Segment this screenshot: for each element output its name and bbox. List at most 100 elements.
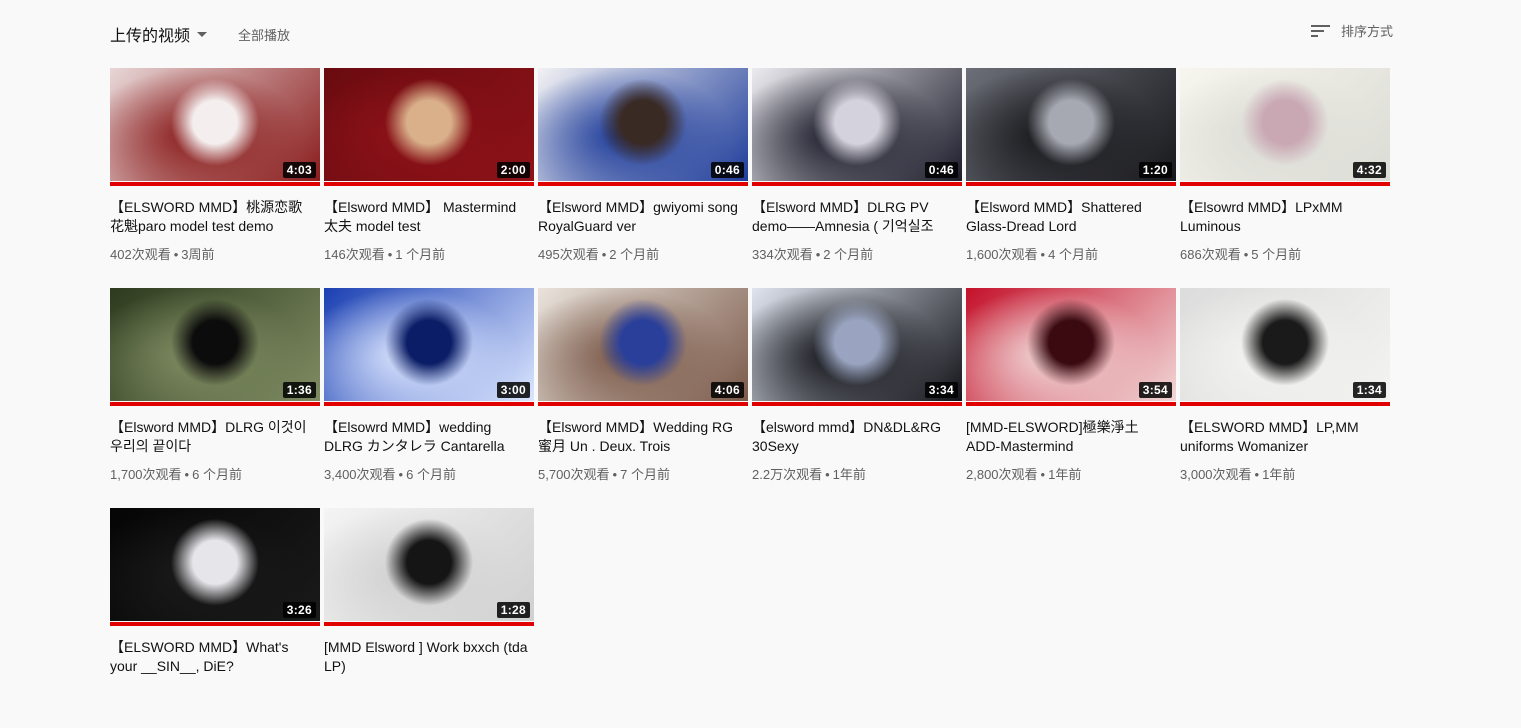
- video-grid: 4:03 【ELSWORD MMD】桃源恋歌 花魁paro model test …: [110, 68, 1390, 728]
- duration-badge: 0:46: [924, 162, 958, 178]
- play-all-button[interactable]: 全部播放: [238, 25, 290, 44]
- video-thumbnail[interactable]: 1:34: [1180, 288, 1390, 406]
- video-meta: 3,000次观看 • 1年前: [1180, 464, 1390, 483]
- duration-badge: 4:06: [710, 382, 744, 398]
- video-meta: 1,700次观看 • 6 个月前: [110, 464, 320, 483]
- video-thumbnail[interactable]: 2:00: [324, 68, 534, 186]
- watch-progress-bar: [966, 402, 1176, 406]
- duration-badge: 1:28: [496, 602, 530, 618]
- video-thumbnail[interactable]: 1:28: [324, 508, 534, 626]
- video-card[interactable]: 0:46 【Elsword MMD】DLRG PV demo——Amnesia (…: [752, 68, 962, 288]
- view-count: 3,000次观看: [1180, 467, 1252, 482]
- video-card[interactable]: 4:32 【Elsowrd MMD】LPxMM Luminous 686次观看 • 5 …: [1180, 68, 1390, 288]
- view-count: 495次观看: [538, 247, 599, 262]
- video-card[interactable]: 4:06 【Elsword MMD】Wedding RG 蜜月 Un . Deux…: [538, 288, 748, 508]
- video-title[interactable]: 【ELSWORD MMD】LP,MM uniforms Womanizer: [1180, 418, 1390, 456]
- video-thumbnail[interactable]: 3:00: [324, 288, 534, 406]
- view-count: 146次观看: [324, 247, 385, 262]
- upload-age: 1年前: [1048, 467, 1082, 482]
- watch-progress-bar: [110, 402, 320, 406]
- upload-age: 2 个月前: [823, 247, 874, 262]
- video-title[interactable]: 【Elsowrd MMD】wedding DLRG カンタレラ Cantarel…: [324, 418, 534, 456]
- video-card[interactable]: 4:03 【ELSWORD MMD】桃源恋歌 花魁paro model test …: [110, 68, 320, 288]
- view-count: 1,600次观看: [966, 247, 1038, 262]
- view-count: 5,700次观看: [538, 467, 610, 482]
- video-thumbnail[interactable]: 4:03: [110, 68, 320, 186]
- video-card[interactable]: 1:28 [MMD Elsword ] Work bxxch (tda LP): [324, 508, 534, 728]
- watch-progress-bar: [538, 182, 748, 186]
- duration-badge: 3:34: [924, 382, 958, 398]
- video-title[interactable]: 【Elsword MMD】Shattered Glass-Dread Lord: [966, 198, 1176, 236]
- upload-age: 5 个月前: [1251, 247, 1302, 262]
- video-thumbnail[interactable]: 3:26: [110, 508, 320, 626]
- video-title[interactable]: [MMD Elsword ] Work bxxch (tda LP): [324, 638, 534, 676]
- video-thumbnail[interactable]: 4:32: [1180, 68, 1390, 186]
- duration-badge: 0:46: [710, 162, 744, 178]
- sort-label: 排序方式: [1340, 24, 1393, 39]
- separator-dot: •: [1243, 247, 1249, 262]
- upload-age: 6 个月前: [192, 467, 242, 482]
- separator-dot: •: [825, 467, 830, 482]
- video-meta: 334次观看 • 2 个月前: [752, 244, 962, 263]
- view-count: 3,400次观看: [324, 467, 396, 482]
- video-card[interactable]: 3:34 【elsword mmd】DN&DL&RG 30Sexy 2.2万次观看 •…: [752, 288, 962, 508]
- video-card[interactable]: 3:26 【ELSWORD MMD】What's your __SIN__, Di…: [110, 508, 320, 728]
- separator-dot: •: [815, 247, 821, 262]
- watch-progress-bar: [110, 622, 320, 626]
- video-thumbnail[interactable]: 0:46: [752, 68, 962, 186]
- video-meta: 2.2万次观看 • 1年前: [752, 464, 962, 483]
- watch-progress-bar: [966, 182, 1176, 186]
- separator-dot: •: [601, 247, 607, 262]
- video-title[interactable]: 【Elsowrd MMD】LPxMM Luminous: [1180, 198, 1390, 236]
- separator-dot: •: [1254, 467, 1260, 482]
- video-card[interactable]: 1:20 【Elsword MMD】Shattered Glass-Dread L…: [966, 68, 1176, 288]
- video-title[interactable]: 【Elsword MMD】DLRG 이것이 우리의 끝이다: [110, 418, 320, 456]
- video-card[interactable]: 1:36 【Elsword MMD】DLRG 이것이 우리의 끝이다 1,700次观…: [110, 288, 320, 508]
- video-thumbnail[interactable]: 3:54: [966, 288, 1176, 406]
- video-title[interactable]: 【Elsword MMD】Wedding RG 蜜月 Un . Deux. Tr…: [538, 418, 748, 456]
- view-count: 334次观看: [752, 247, 813, 262]
- video-title[interactable]: 【ELSWORD MMD】桃源恋歌 花魁paro model test demo: [110, 198, 320, 236]
- video-meta: 1,600次观看 • 4 个月前: [966, 244, 1176, 263]
- video-meta: 5,700次观看 • 7 个月前: [538, 464, 748, 483]
- video-card[interactable]: 3:00 【Elsowrd MMD】wedding DLRG カンタレラ Cant…: [324, 288, 534, 508]
- upload-age: 7 个月前: [620, 467, 670, 482]
- video-card[interactable]: 0:46 【Elsword MMD】gwiyomi song RoyalGuard…: [538, 68, 748, 288]
- video-title[interactable]: 【Elsword MMD】DLRG PV demo——Amnesia ( 기억실…: [752, 198, 962, 236]
- sort-button[interactable]: 排序方式: [1310, 21, 1393, 40]
- video-title[interactable]: 【Elsword MMD】gwiyomi song RoyalGuard ver: [538, 198, 748, 236]
- upload-age: 6 个月前: [406, 467, 456, 482]
- upload-age: 2 个月前: [609, 247, 660, 262]
- video-title[interactable]: 【elsword mmd】DN&DL&RG 30Sexy: [752, 418, 962, 456]
- video-card[interactable]: 2:00 【Elsword MMD】 Mastermind 太夫 model te…: [324, 68, 534, 288]
- chevron-down-icon: [197, 32, 208, 37]
- video-meta: 402次观看 • 3周前: [110, 244, 320, 263]
- duration-badge: 2:00: [496, 162, 530, 178]
- sort-icon: [1310, 23, 1331, 39]
- video-thumbnail[interactable]: 0:46: [538, 68, 748, 186]
- separator-dot: •: [1040, 247, 1046, 262]
- watch-progress-bar: [324, 182, 534, 186]
- video-thumbnail[interactable]: 1:20: [966, 68, 1176, 186]
- separator-dot: •: [184, 467, 190, 482]
- separator-dot: •: [173, 247, 179, 262]
- duration-badge: 1:36: [282, 382, 316, 398]
- video-title[interactable]: 【Elsword MMD】 Mastermind 太夫 model test: [324, 198, 534, 236]
- video-thumbnail[interactable]: 3:34: [752, 288, 962, 406]
- video-title[interactable]: 【ELSWORD MMD】What's your __SIN__, DiE?: [110, 638, 320, 676]
- watch-progress-bar: [324, 622, 534, 626]
- upload-age: 3周前: [181, 247, 215, 262]
- duration-badge: 4:32: [1352, 162, 1386, 178]
- duration-badge: 1:34: [1352, 382, 1386, 398]
- video-meta: 146次观看 • 1 个月前: [324, 244, 534, 263]
- view-count: 402次观看: [110, 247, 171, 262]
- view-count: 2.2万次观看: [752, 467, 823, 482]
- video-thumbnail[interactable]: 4:06: [538, 288, 748, 406]
- video-thumbnail[interactable]: 1:36: [110, 288, 320, 406]
- video-meta: 3,400次观看 • 6 个月前: [324, 464, 534, 483]
- video-card[interactable]: 3:54 [MMD-ELSWORD]極樂淨土 ADD-Mastermind 2,80…: [966, 288, 1176, 508]
- uploads-dropdown[interactable]: 上传的视频: [110, 22, 208, 46]
- video-title[interactable]: [MMD-ELSWORD]極樂淨土 ADD-Mastermind: [966, 418, 1176, 456]
- watch-progress-bar: [752, 402, 962, 406]
- video-card[interactable]: 1:34 【ELSWORD MMD】LP,MM uniforms Womanize…: [1180, 288, 1390, 508]
